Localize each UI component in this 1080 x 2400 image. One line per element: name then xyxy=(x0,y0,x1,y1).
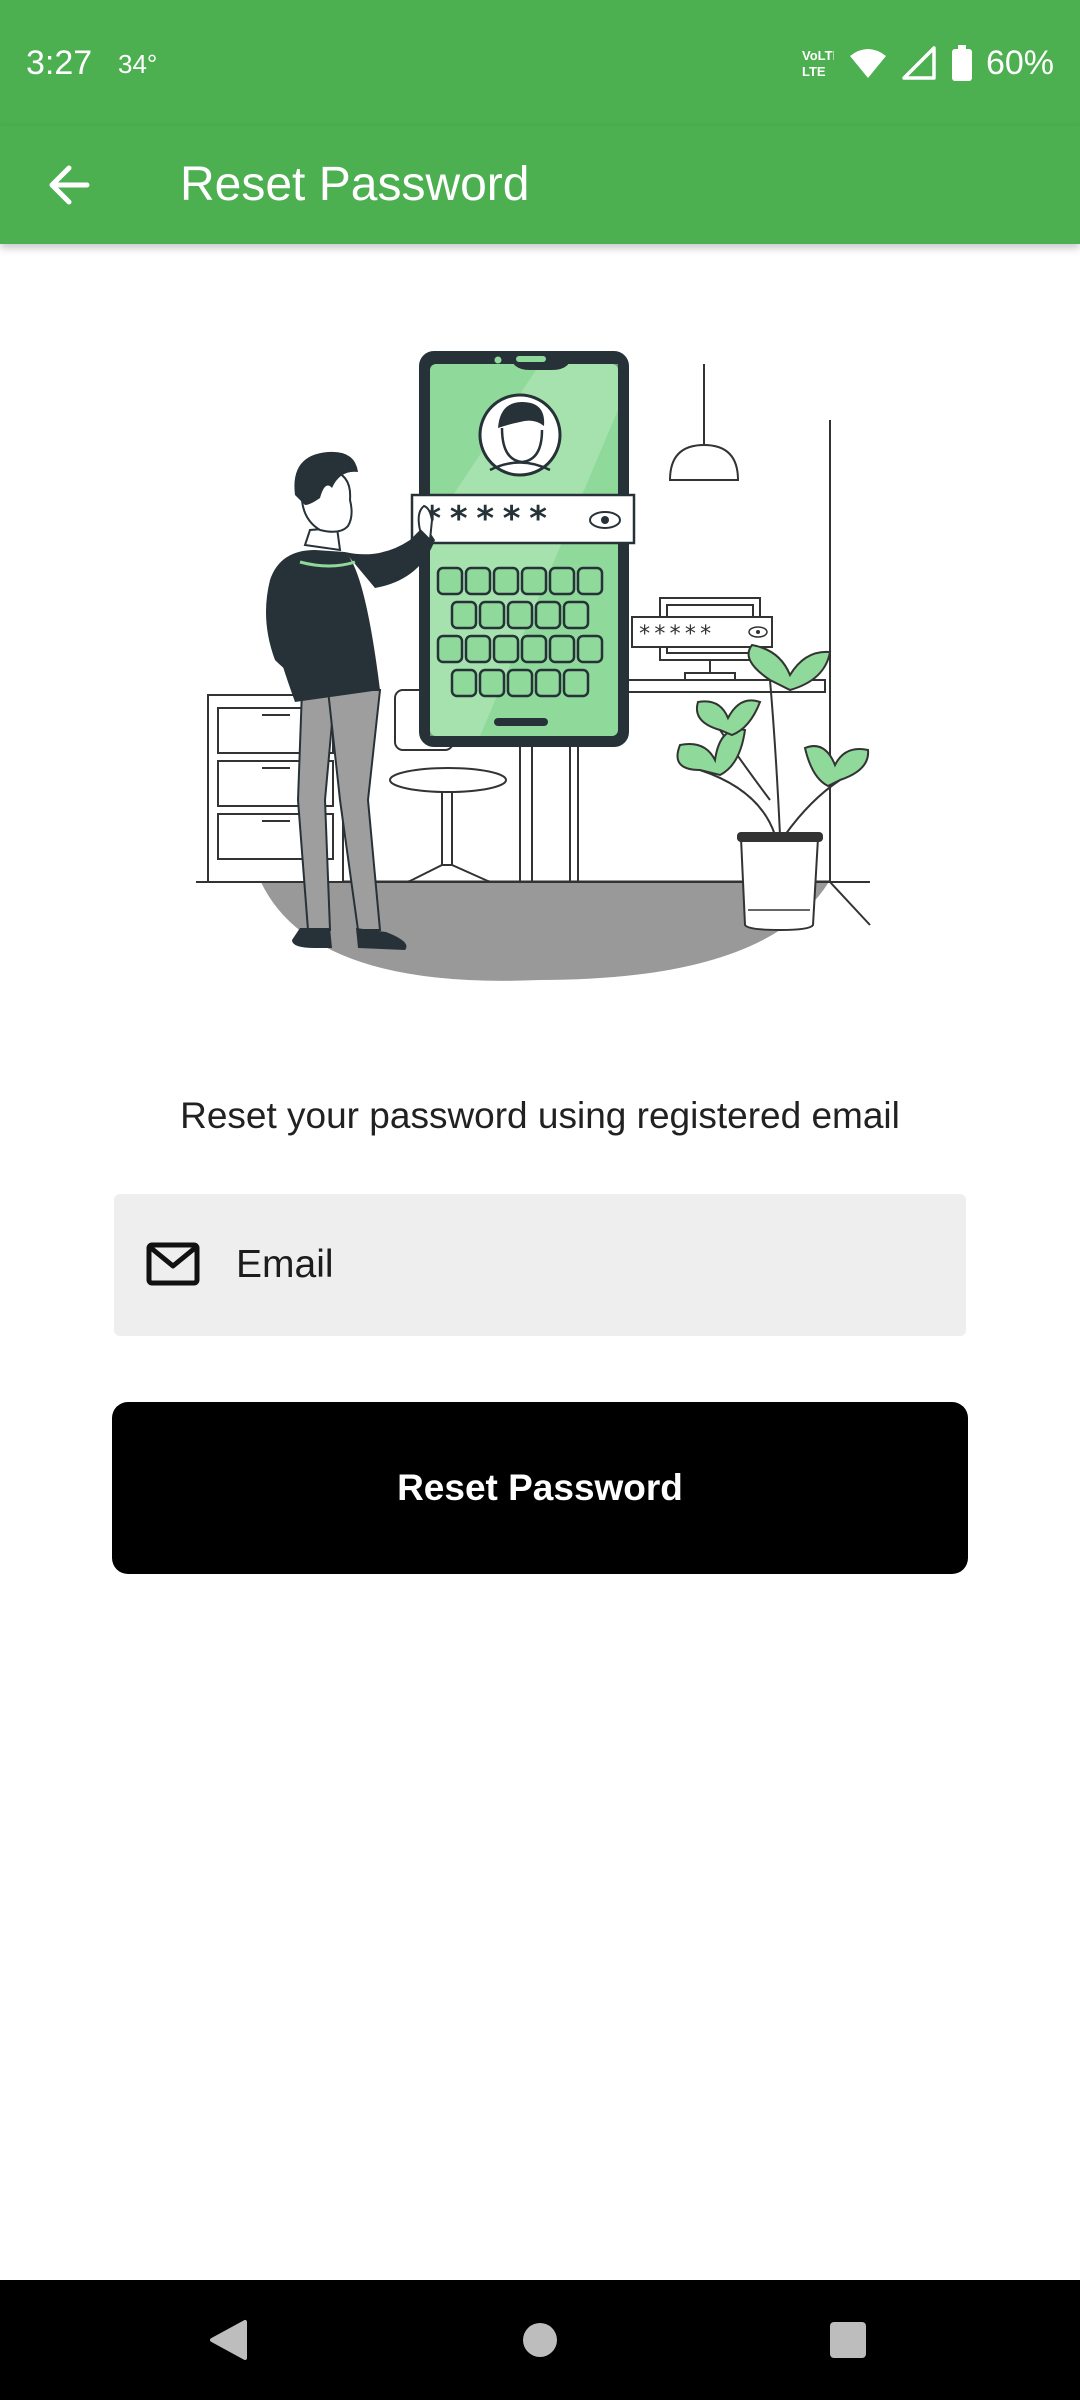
battery-percentage: 60% xyxy=(985,44,1054,82)
svg-text:LTE: LTE xyxy=(802,64,826,79)
reset-password-screen: 3:27 34° VoLTE LTE 60% Re xyxy=(0,0,1080,2400)
back-button[interactable] xyxy=(28,148,110,222)
email-field[interactable] xyxy=(114,1194,966,1336)
page-title: Reset Password xyxy=(180,158,530,211)
battery-icon xyxy=(951,45,972,81)
instruction-text: Reset your password using registered ema… xyxy=(180,1095,900,1136)
monitor-password-mask: ***** xyxy=(638,622,714,647)
phone-password-mask: ***** xyxy=(422,499,554,539)
nav-back-button[interactable] xyxy=(178,2300,278,2380)
email-input[interactable] xyxy=(230,1194,936,1336)
status-temperature: 34° xyxy=(118,49,158,79)
nav-home-button[interactable] xyxy=(490,2300,590,2380)
wifi-icon xyxy=(849,49,886,78)
reset-password-illustration: ***** ***** xyxy=(196,351,871,981)
app-bar: Reset Password xyxy=(0,126,1080,244)
status-bar: 3:27 34° VoLTE LTE 60% xyxy=(0,0,1080,126)
back-triangle-icon xyxy=(210,2320,247,2360)
system-navigation-bar xyxy=(0,2280,1080,2400)
svg-text:VoLTE: VoLTE xyxy=(802,48,834,63)
reset-password-button[interactable]: Reset Password xyxy=(112,1402,968,1574)
recents-square-icon xyxy=(830,2322,866,2358)
status-icons: VoLTE LTE 60% xyxy=(800,40,1054,86)
home-circle-icon xyxy=(523,2323,557,2357)
cellular-signal-icon xyxy=(902,46,936,80)
status-time: 3:27 xyxy=(26,44,93,82)
volte-icon: VoLTE LTE xyxy=(802,48,834,79)
arrow-back-icon xyxy=(49,165,90,205)
mail-icon xyxy=(146,1242,200,1286)
nav-recents-button[interactable] xyxy=(798,2300,898,2380)
